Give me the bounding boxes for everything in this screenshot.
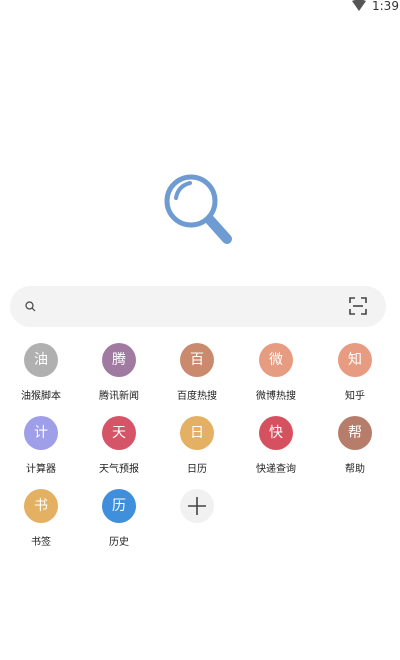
shortcut-item[interactable]: 油 油猴脚本	[2, 343, 80, 415]
scan-icon[interactable]	[349, 297, 367, 315]
status-time: 1:39	[372, 0, 399, 13]
shortcut-icon: 快	[259, 416, 293, 450]
magnifier-logo	[164, 174, 232, 244]
shortcut-icon: 帮	[338, 416, 372, 450]
shortcut-icon: 书	[24, 489, 58, 523]
shortcut-item[interactable]: 书 书签	[2, 489, 80, 561]
shortcut-icon: 微	[259, 343, 293, 377]
plus-icon[interactable]	[180, 489, 214, 523]
shortcut-icon: 计	[24, 416, 58, 450]
shortcut-label: 帮助	[345, 464, 365, 475]
search-icon[interactable]	[25, 301, 36, 312]
shortcut-label: 腾讯新闻	[99, 391, 139, 402]
shortcut-item[interactable]: 天 天气预报	[80, 416, 158, 488]
shortcut-icon: 油	[24, 343, 58, 377]
shortcut-label: 快递查询	[256, 464, 296, 475]
shortcut-icon: 知	[338, 343, 372, 377]
shortcut-label: 知乎	[345, 391, 365, 402]
status-bar: 1:39	[0, 0, 400, 14]
shortcut-item[interactable]: 历 历史	[80, 489, 158, 561]
shortcut-icon: 天	[102, 416, 136, 450]
shortcut-label: 历史	[109, 537, 129, 548]
shortcut-item[interactable]: 帮 帮助	[316, 416, 394, 488]
shortcut-label: 日历	[187, 464, 207, 475]
shortcut-item[interactable]: 百 百度热搜	[158, 343, 236, 415]
add-shortcut-button[interactable]	[158, 489, 236, 561]
shortcut-label: 书签	[31, 537, 51, 548]
shortcut-item[interactable]: 快 快递查询	[237, 416, 315, 488]
shortcut-item[interactable]: 知 知乎	[316, 343, 394, 415]
shortcut-label: 计算器	[26, 464, 56, 475]
search-bar[interactable]	[10, 286, 386, 327]
shortcut-item[interactable]: 腾 腾讯新闻	[80, 343, 158, 415]
shortcut-label: 油猴脚本	[21, 391, 61, 402]
shortcut-label: 百度热搜	[177, 391, 217, 402]
shortcut-item[interactable]: 日 日历	[158, 416, 236, 488]
shortcut-icon: 日	[180, 416, 214, 450]
shortcut-item[interactable]: 微 微博热搜	[237, 343, 315, 415]
shortcut-icon: 历	[102, 489, 136, 523]
shortcut-label: 微博热搜	[256, 391, 296, 402]
shortcut-icon: 百	[180, 343, 214, 377]
shortcut-item[interactable]: 计 计算器	[2, 416, 80, 488]
wifi-icon	[352, 0, 366, 11]
shortcut-icon: 腾	[102, 343, 136, 377]
shortcut-label: 天气预报	[99, 464, 139, 475]
